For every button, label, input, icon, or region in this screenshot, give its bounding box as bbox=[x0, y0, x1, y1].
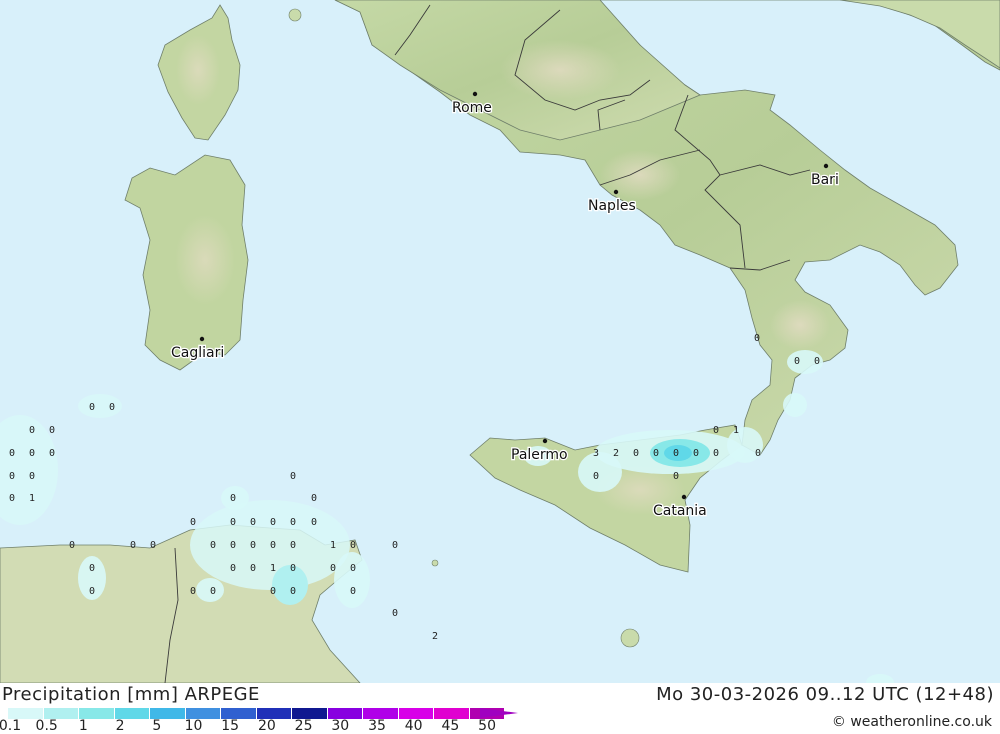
legend-tick-label: 35 bbox=[368, 718, 386, 734]
legend-tick-label: 10 bbox=[184, 718, 203, 734]
precip-value: 2 bbox=[613, 448, 619, 459]
precip-value: 0 bbox=[290, 563, 296, 574]
precip-value: 0 bbox=[270, 540, 276, 551]
precip-value: 0 bbox=[270, 586, 276, 597]
legend-tick-label: 45 bbox=[441, 718, 460, 734]
legend-tick-label: 1 bbox=[78, 718, 88, 734]
precip-value: 0 bbox=[311, 517, 317, 528]
precip-value: 0 bbox=[9, 448, 15, 459]
precip-value: 0 bbox=[230, 493, 236, 504]
precip-value: 0 bbox=[754, 333, 760, 344]
city-label-bari: Bari bbox=[811, 172, 839, 188]
city-label-palermo: Palermo bbox=[511, 447, 568, 463]
precip-value: 0 bbox=[130, 540, 136, 551]
precip-value: 0 bbox=[150, 540, 156, 551]
island bbox=[288, 8, 302, 22]
precip-value: 0 bbox=[693, 448, 699, 459]
legend-tick-label: 40 bbox=[404, 718, 423, 734]
precip-value: 0 bbox=[9, 493, 15, 504]
precip-value: 0 bbox=[89, 563, 95, 574]
precip-value: 0 bbox=[814, 356, 820, 367]
city-label-rome: Rome bbox=[452, 100, 492, 116]
precip-value: 0 bbox=[69, 540, 75, 551]
precip-value: 0 bbox=[9, 471, 15, 482]
precip-value: 0 bbox=[673, 448, 679, 459]
precip-value: 0 bbox=[713, 425, 719, 436]
forecast-datetime: Mo 30-03-2026 09..12 UTC (12+48) bbox=[656, 684, 994, 705]
precip-value: 0 bbox=[210, 540, 216, 551]
precip-value: 0 bbox=[250, 540, 256, 551]
legend-arrow-icon bbox=[480, 708, 518, 718]
precip-value: 1 bbox=[270, 563, 276, 574]
precip-value: 0 bbox=[794, 356, 800, 367]
legend-tick-label: 20 bbox=[257, 718, 276, 734]
precip-value: 0 bbox=[392, 608, 398, 619]
precip-value: 0 bbox=[290, 586, 296, 597]
precip-value: 0 bbox=[350, 540, 356, 551]
city-label-cagliari: Cagliari bbox=[171, 345, 224, 361]
legend-tick-label: 25 bbox=[294, 718, 313, 734]
precip-value: 2 bbox=[432, 631, 438, 642]
precip-value: 0 bbox=[350, 563, 356, 574]
island bbox=[431, 559, 439, 567]
credit-link[interactable]: © weatheronline.co.uk bbox=[832, 714, 992, 730]
precip-value: 0 bbox=[29, 425, 35, 436]
city-label-catania: Catania bbox=[653, 503, 707, 519]
precip-value: 0 bbox=[49, 425, 55, 436]
precip-value: 0 bbox=[290, 540, 296, 551]
precip-value: 0 bbox=[210, 586, 216, 597]
precipitation-map[interactable]: Rome Naples Bari Cagliari Palermo Catani… bbox=[0, 0, 1000, 683]
legend-tick-label: 5 bbox=[152, 718, 162, 734]
precip-value: 1 bbox=[733, 425, 739, 436]
precip-value: 0 bbox=[190, 586, 196, 597]
precip-value: 0 bbox=[755, 448, 761, 459]
precip-value: 0 bbox=[230, 540, 236, 551]
precip-value: 0 bbox=[270, 517, 276, 528]
legend-tick-label: 0.1 bbox=[0, 718, 22, 734]
legend-tick-label: 2 bbox=[115, 718, 125, 734]
legend-tick-label: 0.5 bbox=[35, 718, 58, 734]
precip-value: 0 bbox=[49, 448, 55, 459]
city-label-naples: Naples bbox=[588, 198, 636, 214]
precip-value: 0 bbox=[29, 448, 35, 459]
precip-value: 0 bbox=[89, 586, 95, 597]
precip-value: 0 bbox=[653, 448, 659, 459]
precip-value: 0 bbox=[593, 471, 599, 482]
precip-value: 0 bbox=[89, 402, 95, 413]
map-footer: Precipitation [mm] ARPEGE Mo 30-03-2026 … bbox=[0, 683, 1000, 734]
precip-value: 0 bbox=[109, 402, 115, 413]
precipitation-legend-labels: 0.1 0.5 1 2 5 10 15 20 25 30 35 40 45 50 bbox=[0, 718, 520, 734]
precip-value: 0 bbox=[633, 448, 639, 459]
legend-tick-label: 15 bbox=[221, 718, 240, 734]
precip-value: 1 bbox=[29, 493, 35, 504]
precip-value: 0 bbox=[290, 517, 296, 528]
precip-value: 0 bbox=[230, 563, 236, 574]
precip-value: 0 bbox=[330, 563, 336, 574]
precip-value: 0 bbox=[392, 540, 398, 551]
legend-tick-label: 50 bbox=[478, 718, 497, 734]
precip-value: 0 bbox=[230, 517, 236, 528]
precip-value: 0 bbox=[673, 471, 679, 482]
precip-value: 3 bbox=[593, 448, 599, 459]
precip-value: 0 bbox=[713, 448, 719, 459]
precip-value: 0 bbox=[190, 517, 196, 528]
precip-value: 1 bbox=[330, 540, 336, 551]
precip-value: 0 bbox=[29, 471, 35, 482]
precip-value: 0 bbox=[290, 471, 296, 482]
precip-value: 0 bbox=[311, 493, 317, 504]
map-title: Precipitation [mm] ARPEGE bbox=[2, 684, 260, 705]
precip-value: 0 bbox=[250, 563, 256, 574]
precip-value: 0 bbox=[250, 517, 256, 528]
precip-value: 0 bbox=[350, 586, 356, 597]
legend-tick-label: 30 bbox=[331, 718, 350, 734]
island bbox=[620, 628, 640, 648]
